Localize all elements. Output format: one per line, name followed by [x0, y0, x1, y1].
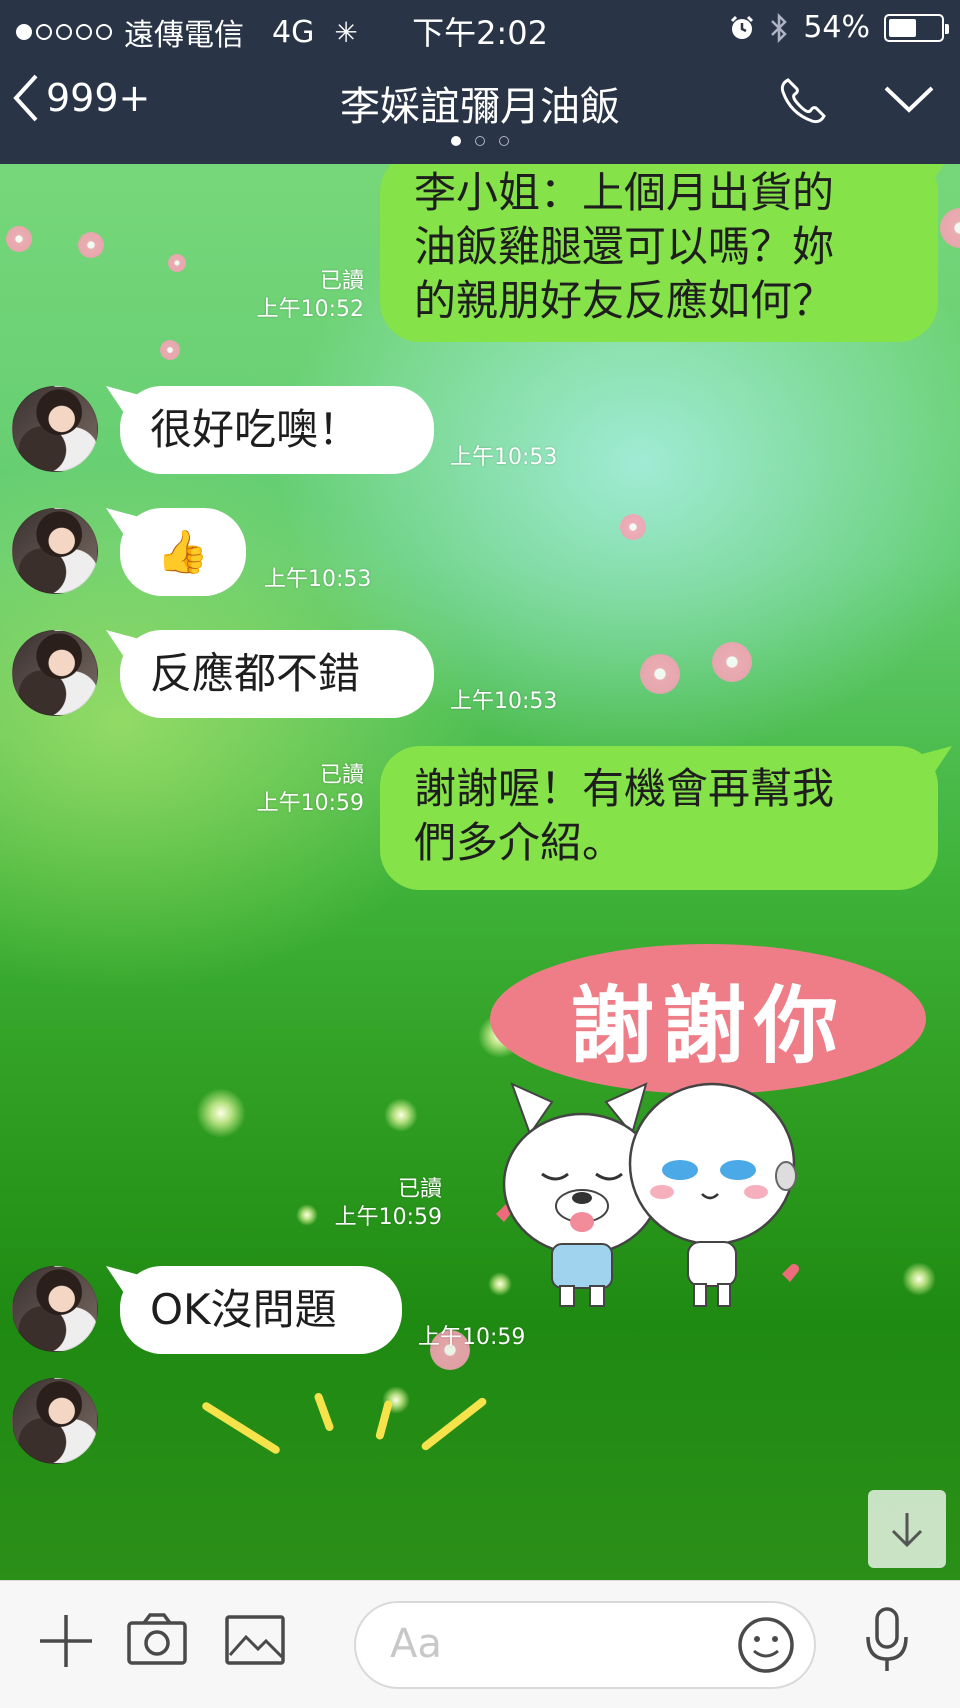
message-bubble-incoming[interactable]: 👍 [120, 508, 246, 596]
chat-area[interactable]: 已讀 上午10:52 李小姐：上個月出貨的 油飯雞腿還可以嗎？妳 的親朋好友反應… [0, 164, 960, 1580]
message-input-bar: Aa [0, 1580, 960, 1708]
petal-decoration [940, 208, 960, 248]
petal-decoration [712, 642, 752, 682]
avatar[interactable] [12, 386, 98, 472]
message-time: 上午10:53 [450, 689, 558, 714]
battery-percent: 54% [803, 10, 870, 45]
battery-icon [884, 13, 949, 42]
avatar[interactable] [12, 508, 98, 594]
message-meta: 已讀 上午10:59 [230, 762, 364, 818]
message-time: 上午10:53 [264, 567, 372, 592]
alarm-icon [731, 15, 754, 39]
image-icon[interactable] [224, 1611, 286, 1667]
message-bubble-incoming[interactable]: 很好吃噢！ [120, 386, 434, 474]
sticker-partial [200, 1400, 282, 1456]
message-time: 上午10:59 [256, 791, 364, 816]
message-time: 上午10:59 [334, 1205, 442, 1230]
avatar[interactable] [12, 1266, 98, 1352]
status-right: 54% [729, 10, 949, 45]
chat-header: 999+ 李婇誼彌月油飯 [0, 54, 960, 164]
message-meta: 已讀 上午10:59 [300, 1176, 442, 1232]
message-bubble-incoming[interactable]: OK沒問題 [120, 1266, 402, 1354]
message-bubble-incoming[interactable]: 反應都不錯 [120, 630, 434, 718]
sticker-partial [374, 1399, 394, 1441]
sparkle-decoration [384, 1098, 418, 1132]
smiley-icon[interactable] [734, 1613, 798, 1677]
read-receipt: 已讀 [397, 1177, 442, 1202]
message-input-placeholder: Aa [390, 1621, 442, 1667]
message-bubble-outgoing[interactable]: 李小姐：上個月出貨的 油飯雞腿還可以嗎？妳 的親朋好友反應如何？ [380, 164, 938, 342]
phone-icon[interactable] [778, 76, 828, 126]
read-receipt: 已讀 [319, 269, 364, 294]
message-time: 上午10:53 [450, 445, 558, 470]
petal-decoration [168, 254, 186, 272]
bluetooth-icon [771, 12, 788, 43]
message-time: 上午10:59 [418, 1325, 526, 1350]
sticker-message[interactable]: 謝謝你 [486, 944, 930, 1324]
avatar[interactable] [12, 1378, 98, 1464]
message-time: 上午10:52 [256, 297, 364, 322]
petal-decoration [640, 654, 680, 694]
scroll-to-bottom-button[interactable] [868, 1490, 946, 1568]
camera-icon[interactable] [126, 1611, 188, 1667]
message-bubble-outgoing[interactable]: 謝謝喔！有機會再幫我 們多介紹。 [380, 746, 938, 890]
petal-decoration [6, 226, 32, 252]
sticker-characters-icon [496, 1082, 799, 1307]
arrow-down-icon [891, 1513, 923, 1548]
petal-decoration [160, 340, 180, 360]
message-meta: 已讀 上午10:52 [230, 268, 364, 324]
sticker-partial [420, 1396, 488, 1452]
petal-decoration [620, 514, 646, 540]
chevron-down-icon[interactable] [884, 84, 934, 114]
page-indicator [0, 136, 960, 146]
top-bar: 遠傳電信 4G ✳ 下午2:02 54% 999+ 李婇誼彌月油飯 [0, 0, 960, 164]
message-input[interactable]: Aa [354, 1601, 816, 1689]
petal-decoration [78, 232, 104, 258]
microphone-icon[interactable] [860, 1605, 914, 1675]
status-bar: 遠傳電信 4G ✳ 下午2:02 54% [0, 0, 960, 54]
sparkle-decoration [196, 1088, 246, 1138]
avatar[interactable] [12, 630, 98, 716]
sticker-partial [313, 1391, 335, 1433]
read-receipt: 已讀 [319, 763, 364, 788]
plus-icon[interactable] [36, 1611, 96, 1671]
